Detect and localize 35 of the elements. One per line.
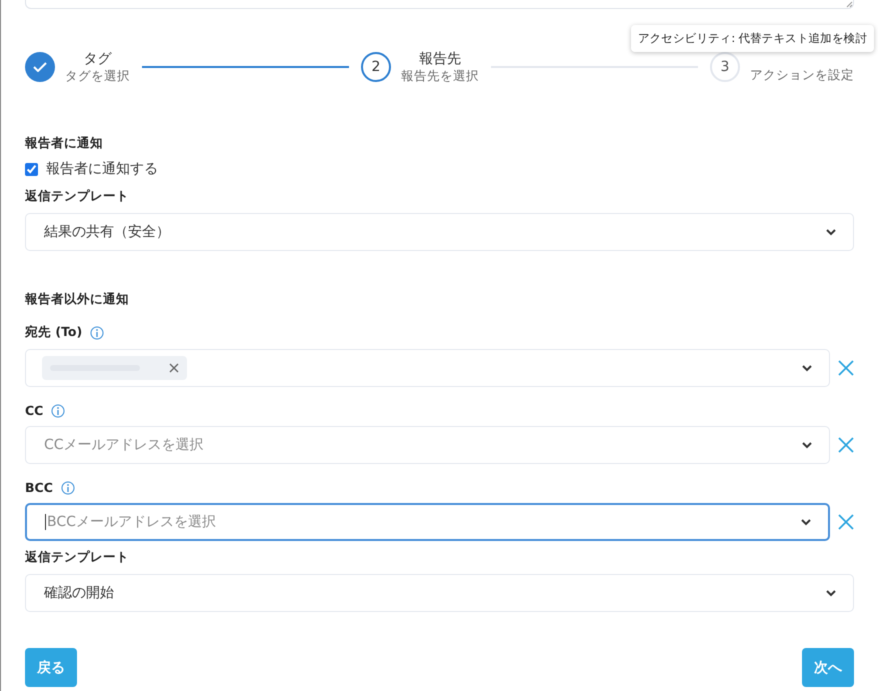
chevron-down-icon [825,589,837,597]
nav-button[interactable]: 戻る [25,648,77,687]
close-icon[interactable] [838,514,854,530]
section-heading: 報告者に通知 [25,135,104,152]
notify-checkbox[interactable] [25,162,38,176]
info-icon[interactable] [51,404,66,418]
step-title: タグ [84,50,112,68]
field-label: BCC [25,480,53,495]
field-label: 返信テンプレート [25,188,130,205]
step-subtitle: アクションを設定 [750,66,854,84]
section-heading: 報告者以外に通知 [25,291,130,308]
step-number: 2 [361,52,391,82]
field-label: CC [25,403,44,418]
chevron-down-icon [801,364,813,372]
step-subtitle: 報告先を選択 [401,68,479,84]
chevron-down-icon [825,228,837,236]
close-icon[interactable] [838,437,854,453]
step-subtitle: タグを選択 [65,68,130,84]
info-icon[interactable] [90,326,104,340]
info-icon[interactable] [60,480,75,494]
nav-button[interactable]: 次へ [802,648,854,687]
tooltip: アクセシビリティ: 代替テキスト追加を検討 [630,25,874,52]
email-select[interactable]: BCCメールアドレスを選択 [25,503,830,541]
field-label: 返信テンプレート [25,549,130,566]
close-icon[interactable] [838,360,854,376]
checkbox-label: 報告者に通知する [46,160,158,178]
step-title: 報告先 [419,50,461,68]
resize-handle-icon[interactable] [846,1,853,8]
email-select[interactable]: CCメールアドレスを選択 [25,426,830,464]
field-label: 宛先 (To) [25,324,82,341]
template-select[interactable]: 結果の共有（安全） [25,213,854,251]
remove-icon[interactable] [169,363,179,373]
chevron-down-icon [801,441,813,449]
template-select[interactable]: 確認の開始 [25,574,854,612]
chevron-down-icon [800,518,812,526]
